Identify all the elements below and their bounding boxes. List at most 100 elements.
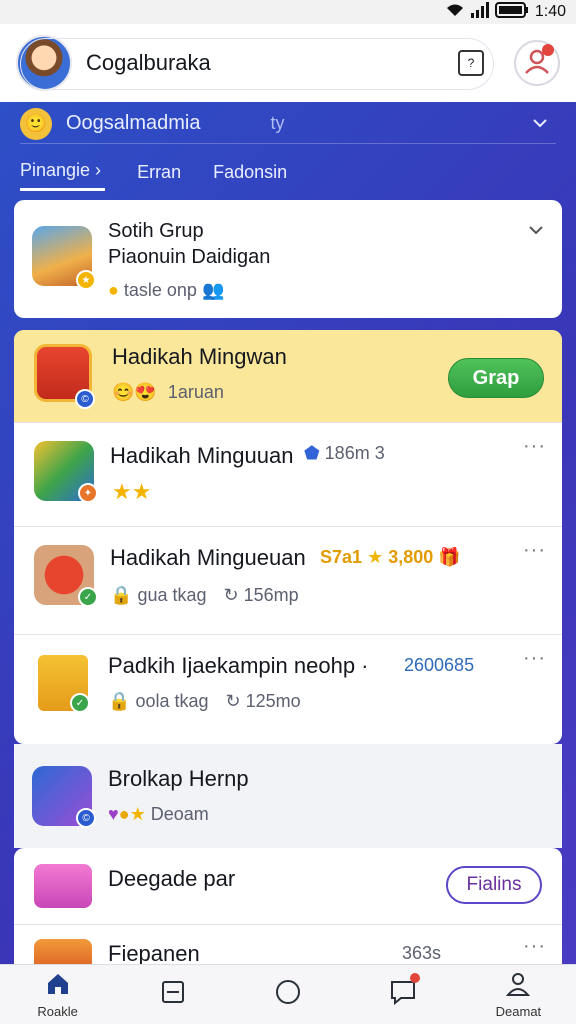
nav-home[interactable]: Roakle — [0, 965, 115, 1024]
lock-icon: 🔒 — [108, 691, 131, 711]
item-title: Deegade par — [108, 866, 236, 891]
list-item[interactable]: © Brolkap Hernp ♥●★ Deoam — [14, 744, 562, 848]
bottom-list: Deegade par Fialins Fiepanen 363s ··· — [14, 848, 562, 979]
notification-dot — [409, 973, 420, 983]
puzzle-game-icon: ✦ — [34, 441, 98, 503]
person-icon — [505, 971, 531, 1002]
nav-list[interactable] — [115, 965, 230, 1024]
item-meta: 🔒 oola tkag ↻ 125mo — [108, 691, 301, 712]
notification-dot — [542, 44, 554, 56]
nav-messages[interactable] — [346, 965, 461, 1024]
status-icons — [445, 1, 529, 23]
blue-badge-icon: © — [75, 389, 95, 409]
chevron-down-icon — [532, 115, 548, 133]
reward-list: © Hadikah Mingwan 😊😍 1aruan Grap ✦ Hadik… — [14, 330, 562, 744]
check-badge-icon: ✓ — [70, 693, 90, 713]
item-title: Brolkap Hernp — [108, 766, 249, 791]
refresh-icon: ↻ — [223, 585, 239, 605]
chat-icon — [389, 979, 417, 1010]
reward-icons: ♥●★ — [108, 804, 146, 824]
people-icon: 👥 — [201, 280, 225, 300]
item-tag: S7a1 — [320, 547, 363, 567]
lock-icon: 🔒 — [110, 585, 133, 605]
tab-pinangie[interactable]: Pinangie › — [20, 153, 106, 191]
circle-icon — [274, 978, 302, 1011]
item-meta: 🔒 gua tkag ↻ 156mp — [110, 585, 299, 606]
game-character-icon: ★ — [32, 226, 96, 290]
item-meta: 😊😍 1aruan — [112, 382, 224, 403]
profile-button[interactable] — [514, 40, 560, 86]
group-title-line1: Sotih Grup — [108, 220, 204, 242]
group-title-line2: Piaonuin Daidigan — [108, 246, 271, 268]
item-reward: S7a1 ★ 3,800 🎁 — [320, 547, 461, 568]
item-extra: ⬟ 186m 3 — [304, 443, 385, 464]
item-coins: 3,800 — [388, 547, 434, 567]
more-options-icon[interactable]: ··· — [523, 935, 546, 958]
nav-home-label: Roakle — [37, 1003, 78, 1019]
emoji-icon: 🙂 — [20, 107, 52, 140]
check-badge-icon: ✓ — [78, 587, 98, 607]
list-item[interactable]: ✦ Hadikah Minguuan ⬟ 186m 3 ★★ ··· — [14, 422, 562, 526]
treasure-bag-icon: ✓ — [34, 545, 98, 607]
tab-bar: Pinangie › Erran Fadonsin — [20, 152, 287, 192]
star-icon: ★ — [367, 547, 384, 567]
item-meta-text: Deoam — [150, 804, 209, 824]
item-meta: ♥●★ Deoam — [108, 804, 209, 825]
account-name: Oogsalmadmia — [66, 112, 201, 134]
emoji-pair-icon: 😊😍 — [112, 382, 157, 402]
account-selector[interactable]: 🙂 Oogsalmadmia ty — [20, 104, 556, 144]
group-card[interactable]: ★ Sotih Grup Piaonuin Daidigan ● tasle o… — [14, 200, 562, 318]
grab-button[interactable]: Grap — [448, 358, 544, 398]
item-number: 2600685 — [404, 655, 475, 675]
item-meta-text: 1aruan — [167, 382, 224, 402]
list-item[interactable]: © Hadikah Mingwan 😊😍 1aruan Grap — [14, 330, 562, 422]
wifi-icon — [445, 2, 465, 23]
blue-badge-icon: © — [76, 808, 96, 828]
more-options-icon[interactable]: ··· — [523, 435, 546, 458]
app-bar: Cogalburaka ? — [0, 24, 576, 102]
rating-stars: ★★ — [112, 479, 152, 504]
item-title: Hadikah Minguuan — [110, 443, 294, 468]
account-suffix: ty — [270, 113, 285, 133]
battery-icon — [494, 1, 529, 23]
follow-button[interactable]: Fialins — [446, 866, 542, 904]
refresh-icon: ↻ — [225, 691, 241, 711]
tab-fadonsin[interactable]: Fadonsin — [213, 153, 287, 191]
nav-profile[interactable]: Deamat — [461, 965, 576, 1024]
list-item[interactable]: ✓ Padkih Ijaekampin neohp · 2600685 🔒 oo… — [14, 634, 562, 744]
item-title: Hadikah Mingueuan — [110, 545, 306, 570]
coin-icon: ● — [108, 280, 119, 300]
signal-icon — [470, 1, 489, 23]
item-title: Hadikah Mingwan — [112, 344, 287, 369]
list-item[interactable]: Deegade par Fialins — [14, 848, 562, 924]
home-icon — [45, 971, 71, 1002]
list-item[interactable]: ✓ Hadikah Mingueuan S7a1 ★ 3,800 🎁 🔒 gua… — [14, 526, 562, 634]
scan-button[interactable]: ? — [458, 50, 484, 76]
item-meta2: 125mo — [245, 691, 301, 711]
user-name[interactable]: Cogalburaka — [86, 50, 458, 76]
item-extra-text: 186m 3 — [324, 443, 385, 463]
more-options-icon[interactable]: ··· — [523, 647, 546, 670]
group-meta-text: tasle onp — [123, 280, 197, 300]
status-bar: 1:40 — [0, 0, 576, 24]
blue-gem-icon: ⬟ — [304, 443, 320, 463]
tab-erran[interactable]: Erran — [137, 153, 181, 191]
bottom-nav: Roakle Deamat — [0, 964, 576, 1024]
status-time: 1:40 — [534, 3, 566, 20]
scan-icon: ? — [467, 56, 475, 70]
megaphone-icon: © — [32, 766, 96, 828]
pink-ticket-icon — [34, 864, 92, 908]
item-meta1: oola tkag — [135, 691, 209, 711]
coin-badge-icon: ★ — [76, 270, 96, 290]
item-title: Padkih Ijaekampin neohp · — [108, 653, 369, 678]
gold-package-icon: ✓ — [38, 655, 90, 713]
item-meta2: 156mp — [243, 585, 299, 605]
more-options-icon[interactable]: ··· — [523, 539, 546, 562]
nav-profile-label: Deamat — [495, 1003, 542, 1019]
nav-center[interactable] — [230, 965, 345, 1024]
chevron-down-icon[interactable] — [528, 222, 544, 240]
gift-icon: 🎁 — [438, 547, 461, 567]
avatar[interactable] — [16, 35, 72, 91]
item-meta1: gua tkag — [137, 585, 207, 605]
gift-box-icon: © — [34, 344, 95, 409]
